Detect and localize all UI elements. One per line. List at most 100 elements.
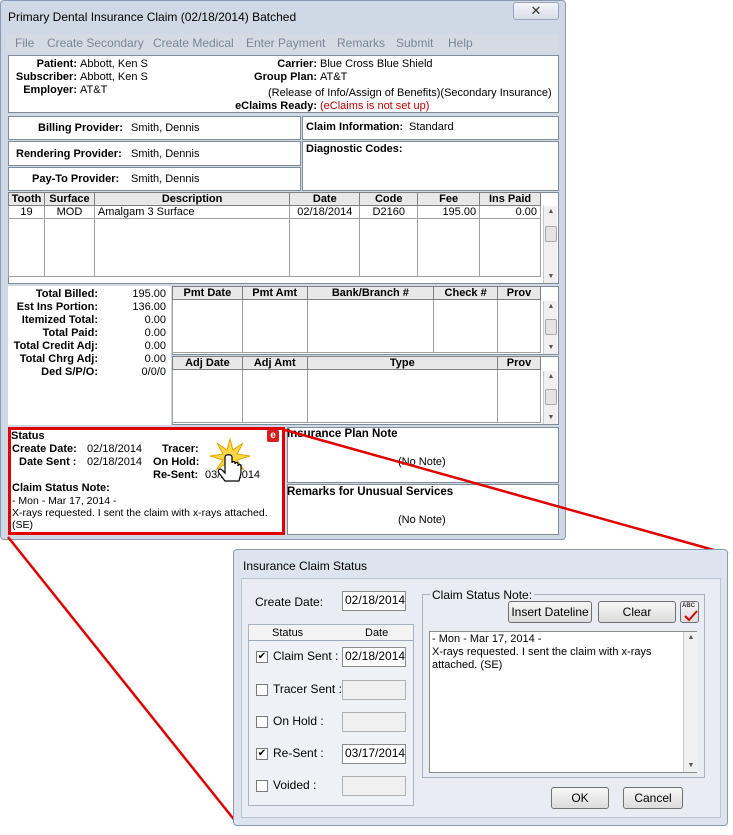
status-row-label: On Hold : <box>273 714 324 728</box>
col-pmt-date[interactable]: Pmt Date <box>172 286 243 300</box>
payto-provider-value: Smith, Dennis <box>131 173 200 185</box>
dialog-title: Insurance Claim Status <box>243 559 368 573</box>
status-date-field[interactable] <box>342 776 406 796</box>
menu-create-medical[interactable]: Create Medical <box>153 36 234 50</box>
cell-description: Amalgam 3 Surface <box>93 205 291 219</box>
note-scrollbar[interactable]: ▲ ▼ <box>683 632 697 772</box>
status-note-label: Claim Status Note: <box>12 482 110 494</box>
status-date-field[interactable]: 02/18/2014 <box>342 647 406 667</box>
carrier-label: Carrier: <box>277 58 317 70</box>
status-row-label: Re-Sent : <box>273 746 324 760</box>
dialog-note-line2: X-rays requested. I sent the claim with … <box>432 646 652 658</box>
status-title: Status <box>11 430 45 442</box>
scroll-thumb[interactable] <box>545 226 557 242</box>
payto-provider-label: Pay-To Provider: <box>32 173 120 185</box>
status-checkbox[interactable] <box>256 716 268 728</box>
status-date-sent: 02/18/2014 <box>87 456 143 468</box>
total-label: Itemized Total: <box>21 314 98 326</box>
group-plan-label: Group Plan: <box>254 71 317 83</box>
status-checkbox[interactable]: ✔ <box>256 748 268 760</box>
col-date[interactable]: Date <box>289 192 361 206</box>
cancel-button[interactable]: Cancel <box>623 787 683 809</box>
payments-scrollbar[interactable]: ▲ ▼ <box>543 301 557 354</box>
col-ins-paid[interactable]: Ins Paid <box>479 192 541 206</box>
col-adj-type[interactable]: Type <box>306 356 499 370</box>
insurance-plan-note-title: Insurance Plan Note <box>287 428 398 440</box>
menu-enter-payment[interactable]: Enter Payment <box>246 36 325 50</box>
spell-check-mark-icon <box>684 610 698 622</box>
col-pmt-amt[interactable]: Pmt Amt <box>241 286 308 300</box>
adjustments-scrollbar[interactable]: ▲ ▼ <box>543 371 557 424</box>
col-tooth[interactable]: Tooth <box>8 192 45 206</box>
hand-cursor-icon <box>209 437 251 482</box>
col-fee[interactable]: Fee <box>417 192 481 206</box>
col-description[interactable]: Description <box>93 192 291 206</box>
status-date-field[interactable] <box>342 680 406 700</box>
employer-label: Employer: <box>23 84 77 96</box>
scroll-down-icon[interactable]: ▼ <box>684 760 698 772</box>
menu-create-secondary[interactable]: Create Secondary <box>47 36 144 50</box>
scroll-down-icon[interactable]: ▼ <box>544 271 558 283</box>
table-row[interactable]: 19 MOD Amalgam 3 Surface 02/18/2014 D216… <box>8 205 541 219</box>
eclaims-icon[interactable]: e <box>267 430 279 442</box>
cell-date: 02/18/2014 <box>289 205 361 219</box>
col-adj-date[interactable]: Adj Date <box>172 356 243 370</box>
scroll-up-icon[interactable]: ▲ <box>684 632 698 644</box>
scroll-up-icon[interactable]: ▲ <box>544 206 558 218</box>
patient-value: Abbott, Ken S <box>80 58 148 70</box>
scroll-down-icon[interactable]: ▼ <box>544 342 558 354</box>
menu-help[interactable]: Help <box>448 36 473 50</box>
spell-check-icon: ABC <box>682 603 695 609</box>
claim-info-value: Standard <box>409 121 454 133</box>
remarks-text: (No Note) <box>398 514 446 526</box>
col-check[interactable]: Check # <box>433 286 499 300</box>
total-label: Total Credit Adj: <box>13 340 98 352</box>
total-value: 0.00 <box>144 314 166 326</box>
status-note-line1: - Mon - Mar 17, 2014 - <box>12 495 117 507</box>
close-button[interactable]: ✕ <box>513 2 559 20</box>
menu-remarks[interactable]: Remarks <box>337 36 385 50</box>
status-resent-label: Re-Sent: <box>153 469 199 481</box>
col-surface[interactable]: Surface <box>43 192 95 206</box>
col-bank-branch[interactable]: Bank/Branch # <box>306 286 435 300</box>
col-code[interactable]: Code <box>359 192 419 206</box>
total-label: Ded S/P/O: <box>41 366 98 378</box>
status-checkbox[interactable]: ✔ <box>256 651 268 663</box>
employer-value: AT&T <box>80 84 108 96</box>
cell-fee: 195.00 <box>417 205 481 219</box>
menu-submit[interactable]: Submit <box>396 36 433 50</box>
status-note-line3: (SE) <box>12 519 33 531</box>
col-adj-prov[interactable]: Prov <box>497 356 541 370</box>
status-create-date: 02/18/2014 <box>87 443 143 455</box>
dialog-create-date-field[interactable]: 02/18/2014 <box>342 591 406 611</box>
dialog-note-line3: attached. (SE) <box>432 659 503 671</box>
scroll-up-icon[interactable]: ▲ <box>544 371 558 383</box>
status-checkbox[interactable] <box>256 684 268 696</box>
insert-dateline-button[interactable]: Insert Dateline <box>508 601 592 623</box>
status-note-line2: X-rays requested. I sent the claim with … <box>12 507 268 519</box>
dialog-col-status: Status <box>272 627 304 639</box>
procedures-scrollbar[interactable]: ▲ ▼ <box>543 206 557 283</box>
status-date-field[interactable]: 03/17/2014 <box>342 744 406 764</box>
scroll-up-icon[interactable]: ▲ <box>544 301 558 313</box>
menu-file[interactable]: File <box>15 36 34 50</box>
ok-button[interactable]: OK <box>551 787 609 809</box>
window-title: Primary Dental Insurance Claim (02/18/20… <box>8 10 297 24</box>
status-date-field[interactable] <box>342 712 406 732</box>
cell-surface: MOD <box>43 205 95 219</box>
status-checkbox[interactable] <box>256 780 268 792</box>
billing-provider-value: Smith, Dennis <box>131 122 200 134</box>
total-label: Total Chrg Adj: <box>19 353 98 365</box>
patient-label: Patient: <box>36 58 77 70</box>
scroll-down-icon[interactable]: ▼ <box>544 412 558 424</box>
spell-check-button[interactable]: ABC <box>680 601 699 623</box>
scroll-thumb[interactable] <box>545 389 557 405</box>
scroll-thumb[interactable] <box>545 319 557 335</box>
remarks-title: Remarks for Unusual Services <box>287 486 454 498</box>
col-adj-amt[interactable]: Adj Amt <box>241 356 308 370</box>
clear-button[interactable]: Clear <box>598 601 676 623</box>
col-pmt-prov[interactable]: Prov <box>497 286 541 300</box>
status-row-label: Voided : <box>273 778 317 792</box>
total-value: 0.00 <box>144 353 166 365</box>
payments-table: Pmt Date Pmt Amt Bank/Branch # Check # P… <box>172 286 541 353</box>
